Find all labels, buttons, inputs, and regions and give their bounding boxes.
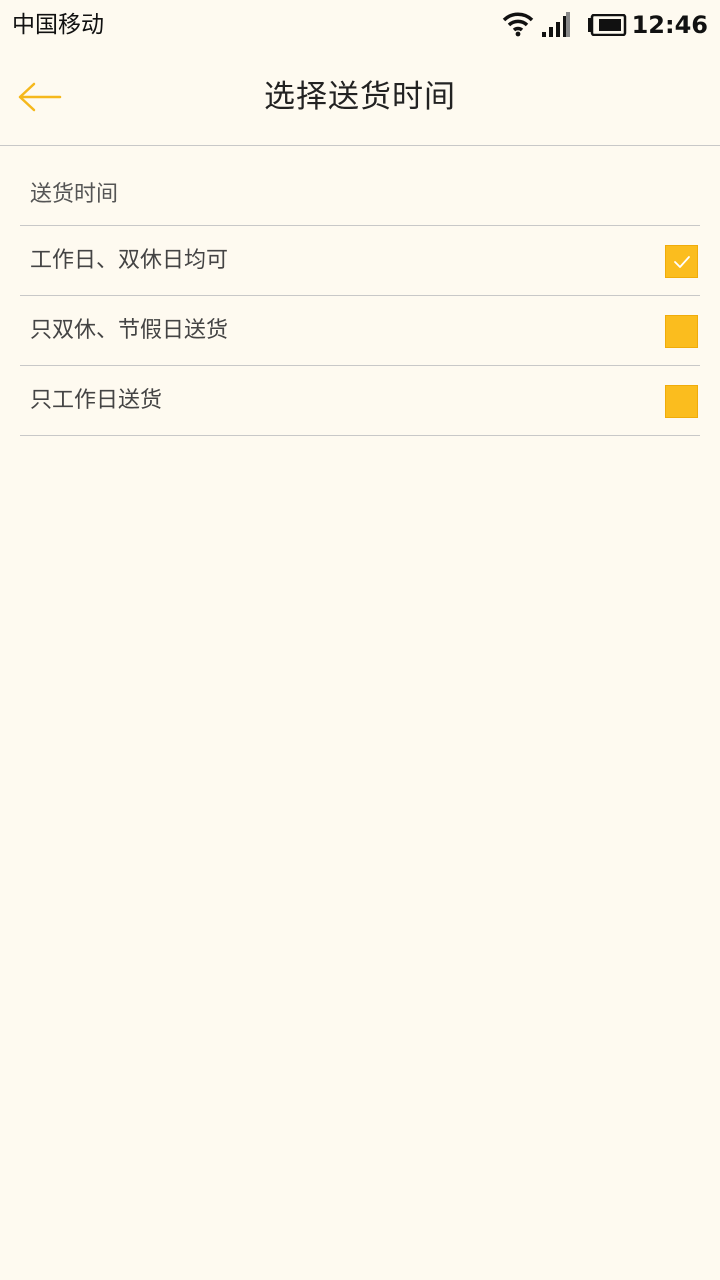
page-title: 选择送货时间 <box>264 79 456 115</box>
delivery-time-list: 送货时间 工作日、双休日均可 只双休、节假日送货 只工作日送货 <box>20 146 700 436</box>
option-row-weekdays-only[interactable]: 只工作日送货 <box>20 366 700 436</box>
status-bar: 中国移动 12:46 <box>0 0 720 50</box>
app-header: 选择送货时间 <box>0 50 720 146</box>
checkmark-icon <box>674 256 690 268</box>
option-label: 只双休、节假日送货 <box>30 318 229 343</box>
checkbox-unchecked[interactable] <box>665 385 698 418</box>
signal-icon <box>542 12 570 37</box>
checkbox-checked[interactable] <box>665 245 698 278</box>
wifi-icon <box>502 12 534 37</box>
section-title: 送货时间 <box>30 182 119 207</box>
option-row-all-days[interactable]: 工作日、双休日均可 <box>20 226 700 296</box>
option-row-weekends-holidays[interactable]: 只双休、节假日送货 <box>20 296 700 366</box>
battery-icon <box>588 14 627 36</box>
option-label: 工作日、双休日均可 <box>30 248 229 273</box>
checkbox-unchecked[interactable] <box>665 315 698 348</box>
section-header: 送货时间 <box>20 146 700 226</box>
status-time: 12:46 <box>631 11 708 39</box>
option-label: 只工作日送货 <box>30 388 163 413</box>
carrier-name: 中国移动 <box>12 12 104 38</box>
